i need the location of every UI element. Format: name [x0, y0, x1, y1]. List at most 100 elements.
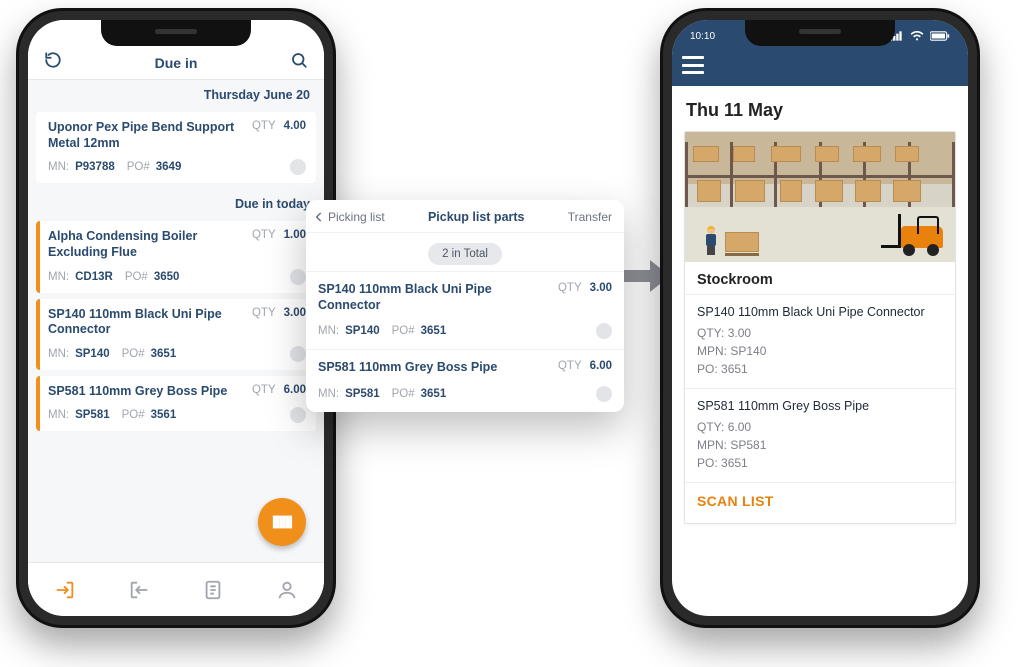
- qty-label: QTY: [252, 120, 276, 132]
- battery-icon: [930, 31, 950, 41]
- po-value: 3651: [421, 388, 447, 400]
- mpn-label: MPN:: [697, 438, 727, 452]
- menu-icon[interactable]: [682, 56, 706, 74]
- section-heading: Due in today: [28, 189, 324, 215]
- location-title: Stockroom: [685, 262, 955, 295]
- tab-in-icon[interactable]: [53, 578, 77, 602]
- po-label: PO#: [122, 348, 145, 360]
- bottom-tabbar: [28, 562, 324, 616]
- tab-out-icon[interactable]: [127, 578, 151, 602]
- date-heading: Thu 11 May: [686, 100, 956, 121]
- refresh-icon[interactable]: [42, 49, 64, 71]
- status-dot-icon[interactable]: [290, 407, 306, 423]
- pickup-list-card: Picking list Pickup list parts Transfer …: [306, 200, 624, 412]
- po-value: 3651: [151, 348, 177, 360]
- pickup-item[interactable]: SP581 110mm Grey Boss Pipe QTY 6.00 MN: …: [306, 349, 624, 412]
- app-header: [672, 44, 968, 86]
- phone-notch: [101, 20, 251, 46]
- item-name: Uponor Pex Pipe Bend Support Metal 12mm: [48, 120, 244, 151]
- mpn-value: SP581: [730, 438, 766, 452]
- po-label: PO#: [125, 271, 148, 283]
- po-label: PO#: [392, 388, 415, 400]
- barcode-fab[interactable]: [258, 498, 306, 546]
- stockroom-card: Stockroom SP140 110mm Black Uni Pipe Con…: [684, 131, 956, 524]
- status-dot-icon[interactable]: [596, 386, 612, 402]
- item-name: Alpha Condensing Boiler Excluding Flue: [48, 229, 244, 260]
- po-value: 3561: [151, 409, 177, 421]
- phone-right: 10:10 Thu 11 May: [660, 8, 980, 628]
- scan-list-button[interactable]: SCAN LIST: [685, 483, 955, 523]
- qty-value: 1.00: [284, 229, 306, 241]
- stock-item-title: SP140 110mm Black Uni Pipe Connector: [697, 303, 943, 322]
- due-in-item[interactable]: SP581 110mm Grey Boss Pipe QTY 6.00 MN: …: [36, 376, 316, 432]
- stock-item: SP140 110mm Black Uni Pipe Connector QTY…: [685, 295, 955, 389]
- po-label: PO#: [122, 409, 145, 421]
- transfer-button[interactable]: Transfer: [568, 210, 612, 224]
- warehouse-illustration: [685, 132, 955, 262]
- item-name: SP581 110mm Grey Boss Pipe: [318, 360, 548, 376]
- po-value: 3651: [721, 362, 748, 376]
- qty-value: 6.00: [284, 384, 306, 396]
- card-title: Pickup list parts: [428, 210, 525, 224]
- mn-label: MN:: [48, 271, 69, 283]
- status-dot-icon[interactable]: [290, 269, 306, 285]
- mpn-label: MPN:: [697, 344, 727, 358]
- phone-left: Due in Thursday June 20 Uponor Pex Pipe …: [16, 8, 336, 628]
- qty-label: QTY: [558, 282, 582, 294]
- tab-list-icon[interactable]: [201, 578, 225, 602]
- status-dot-icon[interactable]: [290, 346, 306, 362]
- item-name: SP581 110mm Grey Boss Pipe: [48, 384, 244, 400]
- qty-value: 6.00: [728, 420, 751, 434]
- phone-notch: [745, 20, 895, 46]
- po-value: 3649: [156, 161, 182, 173]
- item-name: SP140 110mm Black Uni Pipe Connector: [318, 282, 548, 313]
- qty-label: QTY: [252, 384, 276, 396]
- pickup-item[interactable]: SP140 110mm Black Uni Pipe Connector QTY…: [306, 271, 624, 349]
- po-label: PO:: [697, 456, 718, 470]
- status-dot-icon[interactable]: [596, 323, 612, 339]
- mpn-value: SP140: [730, 344, 766, 358]
- mn-label: MN:: [318, 388, 339, 400]
- qty-label: QTY: [252, 229, 276, 241]
- po-label: PO:: [697, 362, 718, 376]
- status-dot-icon[interactable]: [290, 159, 306, 175]
- count-label: 2 in Total: [428, 243, 502, 265]
- qty-value: 6.00: [590, 360, 612, 372]
- section-heading: Thursday June 20: [28, 80, 324, 106]
- po-label: PO#: [127, 161, 150, 173]
- mn-label: MN:: [48, 161, 69, 173]
- due-in-item[interactable]: Uponor Pex Pipe Bend Support Metal 12mm …: [36, 112, 316, 183]
- qty-label: QTY: [252, 307, 276, 319]
- mn-value: CD13R: [75, 271, 113, 283]
- due-in-item[interactable]: Alpha Condensing Boiler Excluding Flue Q…: [36, 221, 316, 292]
- search-icon[interactable]: [288, 49, 310, 71]
- mn-label: MN:: [48, 348, 69, 360]
- mn-value: SP581: [345, 388, 380, 400]
- status-time: 10:10: [690, 31, 715, 42]
- po-value: 3651: [721, 456, 748, 470]
- phone-right-screen: 10:10 Thu 11 May: [672, 20, 968, 616]
- count-pill: 2 in Total: [306, 233, 624, 271]
- mn-value: SP581: [75, 409, 110, 421]
- back-button[interactable]: Picking list: [312, 210, 385, 224]
- back-label: Picking list: [328, 210, 385, 224]
- mn-value: SP140: [75, 348, 110, 360]
- qty-label: QTY:: [697, 326, 724, 340]
- due-in-item[interactable]: SP140 110mm Black Uni Pipe Connector QTY…: [36, 299, 316, 370]
- qty-value: 3.00: [590, 282, 612, 294]
- po-value: 3651: [421, 325, 447, 337]
- qty-label: QTY: [558, 360, 582, 372]
- qty-value: 3.00: [284, 307, 306, 319]
- tab-profile-icon[interactable]: [275, 578, 299, 602]
- po-label: PO#: [392, 325, 415, 337]
- po-value: 3650: [154, 271, 180, 283]
- mn-value: P93788: [75, 161, 115, 173]
- item-name: SP140 110mm Black Uni Pipe Connector: [48, 307, 244, 338]
- phone-left-screen: Due in Thursday June 20 Uponor Pex Pipe …: [28, 20, 324, 616]
- mn-value: SP140: [345, 325, 380, 337]
- qty-value: 4.00: [284, 120, 306, 132]
- stock-item-title: SP581 110mm Grey Boss Pipe: [697, 397, 943, 416]
- mn-label: MN:: [318, 325, 339, 337]
- qty-label: QTY:: [697, 420, 724, 434]
- stock-item: SP581 110mm Grey Boss Pipe QTY: 6.00 MPN…: [685, 389, 955, 483]
